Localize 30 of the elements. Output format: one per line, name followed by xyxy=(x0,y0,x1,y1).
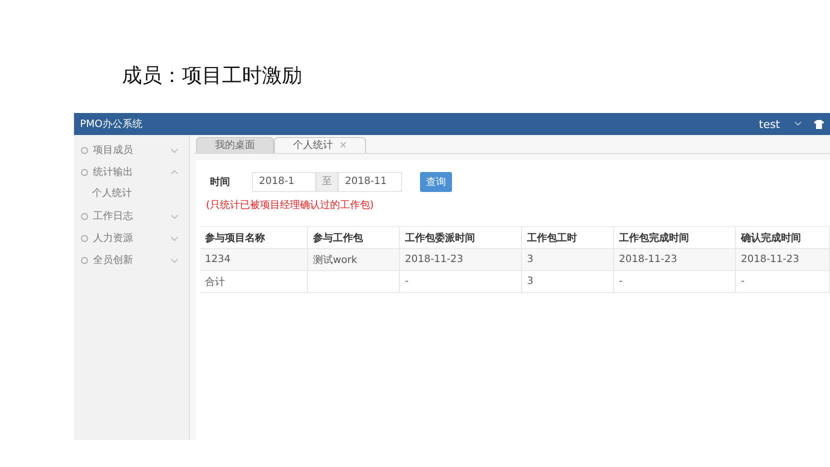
table-cell: 2018-11-23 xyxy=(736,249,830,271)
table-cell: 3 xyxy=(522,249,614,271)
range-separator: 至 xyxy=(316,172,338,192)
sidebar-subitem[interactable]: 个人统计 xyxy=(74,183,189,205)
sidebar-item[interactable]: 工作日志 xyxy=(74,205,189,227)
table-cell: 合计 xyxy=(200,271,308,293)
filter-note: (只统计已被项目经理确认过的工作包) xyxy=(206,198,375,212)
date-from-field[interactable]: 2018-1 xyxy=(252,172,316,192)
sidebar-item[interactable]: 统计输出 xyxy=(74,161,189,183)
table-cell: - xyxy=(614,271,736,293)
table-cell: 2018-11-23 xyxy=(614,249,736,271)
app-title: PMO办公系统 xyxy=(80,118,144,131)
table-cell: 1234 xyxy=(200,249,308,271)
sidebar-item[interactable]: 全员创新 xyxy=(74,249,189,271)
sidebar-item[interactable]: 项目成员 xyxy=(74,139,189,161)
table-cell: - xyxy=(400,271,522,293)
slide-title: 成员：项目工时激励 xyxy=(121,62,303,89)
search-button[interactable]: 查询 xyxy=(420,172,452,192)
date-to-field[interactable]: 2018-11 xyxy=(338,172,402,192)
tab[interactable]: 个人统计 × xyxy=(274,137,366,153)
tab[interactable]: 我的桌面 xyxy=(196,137,274,153)
chevron-down-icon[interactable] xyxy=(794,121,802,127)
filter-label: 时间 xyxy=(209,176,231,189)
sidebar-item[interactable]: 人力资源 xyxy=(74,227,189,249)
user-name[interactable]: test xyxy=(758,118,780,130)
table-cell: - xyxy=(736,271,830,293)
table-cell: 测试work xyxy=(308,249,400,271)
shirt-icon[interactable] xyxy=(814,120,824,128)
table-cell: 3 xyxy=(522,271,614,293)
table-cell: 2018-11-23 xyxy=(400,249,522,271)
